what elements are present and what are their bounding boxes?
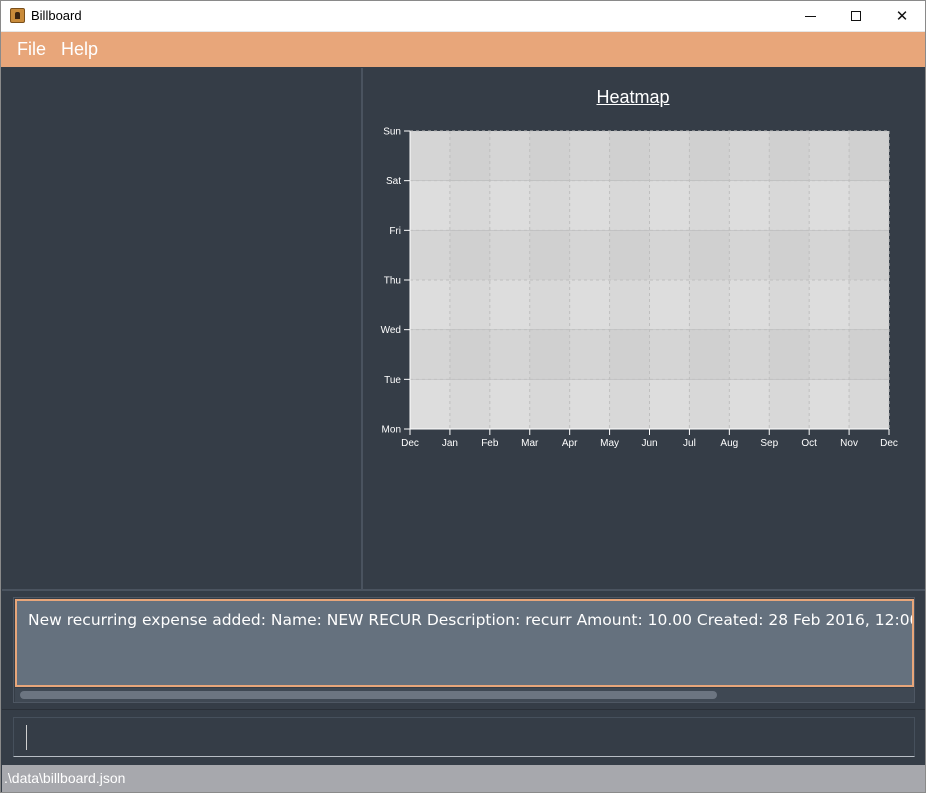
x-tick-label: Mar — [521, 438, 539, 449]
maximize-icon — [851, 11, 861, 21]
menu-file[interactable]: File — [17, 39, 46, 60]
y-tick-label: Thu — [384, 276, 401, 287]
y-tick-label: Sun — [383, 127, 401, 138]
heatmap-chart: Mon Tue Wed Thu Fri Sat Sun Dec Jan Feb Mar Apr May J… — [381, 127, 898, 450]
x-tick-label: Jun — [641, 438, 657, 449]
y-tick-label: Wed — [381, 325, 401, 336]
command-divider — [2, 709, 925, 710]
x-tick-label: Apr — [562, 438, 578, 449]
x-tick-label: Jan — [442, 438, 458, 449]
minimize-icon — [804, 15, 816, 17]
expense-list-panel — [2, 68, 360, 589]
scrollbar-thumb[interactable] — [20, 691, 717, 699]
menu-bar: File Help — [1, 32, 925, 67]
y-tick-label: Sat — [386, 176, 401, 187]
statistics-panel: Heatmap Mon Tue Wed Thu Fri Sat Sun Dec Jan Feb Ma… — [363, 68, 925, 589]
close-icon: ✕ — [895, 7, 909, 25]
minimize-button[interactable] — [787, 1, 833, 31]
x-tick-label: Jul — [683, 438, 696, 449]
x-tick-label: Oct — [801, 438, 817, 449]
status-file-path: .\data\billboard.json — [4, 770, 126, 786]
window-title: Billboard — [31, 8, 82, 23]
x-tick-label: Feb — [481, 438, 499, 449]
command-box[interactable] — [13, 717, 915, 757]
close-button[interactable]: ✕ — [879, 1, 925, 31]
title-bar[interactable]: Billboard ✕ — [1, 1, 925, 32]
result-horizontal-scrollbar[interactable] — [15, 688, 914, 702]
status-bar: .\data\billboard.json — [2, 765, 925, 792]
y-tick-label: Tue — [384, 375, 401, 386]
x-tick-label: Dec — [880, 438, 898, 449]
result-display[interactable]: New recurring expense added: Name: NEW R… — [15, 599, 914, 687]
app-icon — [10, 8, 25, 23]
x-tick-label: May — [600, 438, 619, 449]
x-tick-label: Dec — [401, 438, 419, 449]
maximize-button[interactable] — [833, 1, 879, 31]
y-tick-label: Fri — [389, 226, 401, 237]
horizontal-divider — [2, 589, 925, 591]
x-tick-label: Aug — [720, 438, 738, 449]
y-tick-label: Mon — [382, 425, 401, 436]
x-tick-label: Sep — [760, 438, 778, 449]
menu-help[interactable]: Help — [61, 39, 98, 60]
x-tick-label: Nov — [840, 438, 858, 449]
command-input[interactable] — [24, 722, 904, 752]
app-window: Billboard ✕ File Help Heatmap Mon Tue Wed T… — [0, 0, 926, 793]
result-message: New recurring expense added: Name: NEW R… — [28, 611, 914, 629]
